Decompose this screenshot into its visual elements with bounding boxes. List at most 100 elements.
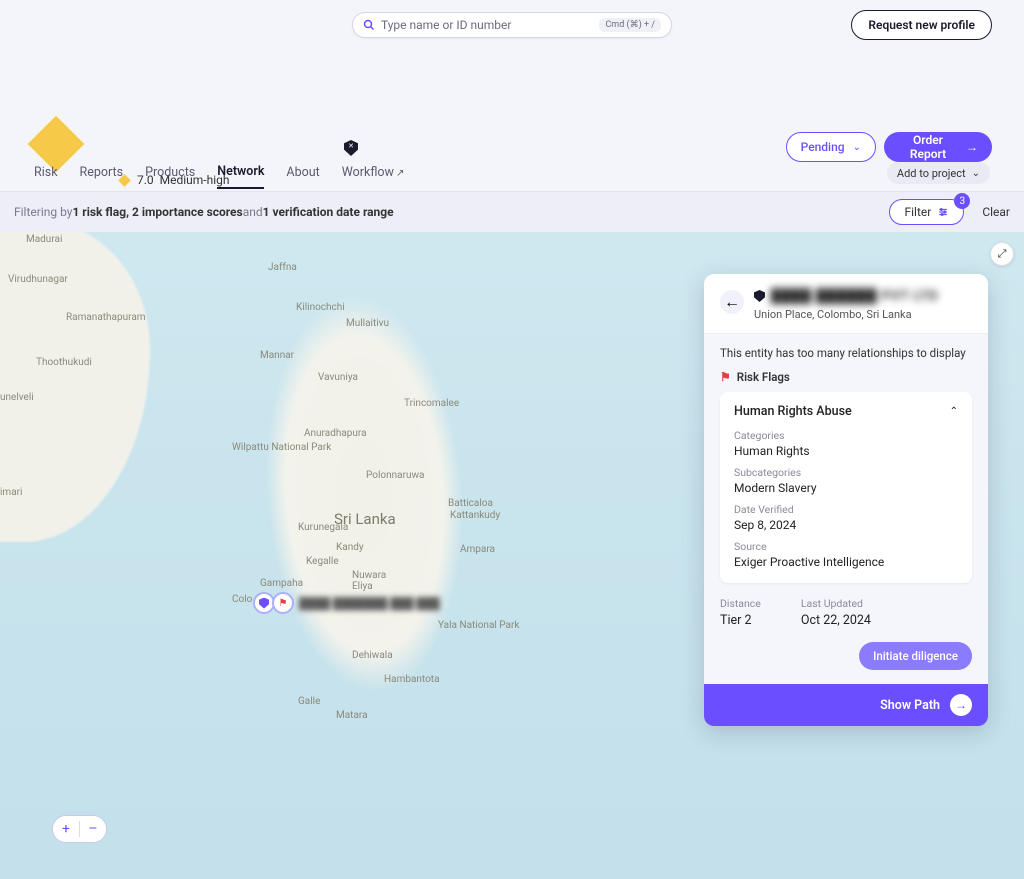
entity-name: ████ ██████ PVT LTD — [771, 288, 938, 304]
search-icon — [363, 19, 375, 31]
map-label: Galle — [298, 696, 320, 707]
expand-icon: ⤢ — [998, 247, 1007, 261]
map-label: Yala National Park — [438, 620, 519, 631]
filter-part1: 1 risk flag, 2 importance scores — [72, 205, 242, 219]
tab-about[interactable]: About — [286, 165, 319, 188]
tab-products[interactable]: Products — [145, 165, 195, 188]
status-pending-label: Pending — [801, 140, 845, 154]
zoom-out-button[interactable]: – — [80, 815, 106, 843]
map-label: Hambantota — [384, 674, 440, 685]
verification-shield-icon — [344, 140, 358, 156]
entity-detail-panel: ← ████ ██████ PVT LTD Union Place, Colom… — [704, 274, 988, 726]
pin-flag-icon: ⚑ — [272, 592, 294, 614]
network-map[interactable]: Sri Lanka Madurai Virudhunagar Ramanatha… — [0, 232, 1024, 879]
sliders-icon — [937, 207, 949, 217]
map-label: Madurai — [26, 234, 62, 245]
map-label: Kegalle — [306, 556, 339, 567]
subcategories-key: Subcategories — [734, 466, 958, 479]
map-entity-pin[interactable]: ⚑ ████ ███████ ███ ███ — [253, 592, 440, 614]
map-label: Gampaha — [260, 578, 303, 589]
initiate-diligence-button[interactable]: Initiate diligence — [859, 642, 972, 670]
filter-button[interactable]: Filter 3 — [889, 199, 964, 225]
distance-key: Distance — [720, 597, 761, 610]
add-to-project-label: Add to project — [897, 167, 966, 180]
risk-flag-card: Human Rights Abuse ⌃ Categories Human Ri… — [720, 392, 972, 583]
add-to-project-button[interactable]: Add to project ⌄ — [887, 162, 990, 184]
tab-reports[interactable]: Reports — [80, 165, 124, 188]
filter-conj: and — [243, 205, 263, 219]
tab-risk[interactable]: Risk — [34, 165, 58, 188]
map-label: Vavuniya — [318, 372, 358, 383]
flag-icon: ⚑ — [720, 370, 731, 384]
last-updated-value: Oct 22, 2024 — [801, 613, 871, 628]
map-label: Nuwara Eliya — [352, 570, 386, 592]
map-label: Kilinochchi — [296, 302, 345, 313]
map-label: Ampara — [460, 544, 495, 555]
arrow-right-circle-icon: → — [950, 694, 972, 716]
request-new-profile-button[interactable]: Request new profile — [851, 10, 992, 40]
show-path-button[interactable]: Show Path → — [704, 684, 988, 726]
map-label: Ramanathapuram — [66, 312, 146, 323]
shield-icon — [754, 290, 765, 302]
categories-value: Human Rights — [734, 444, 958, 458]
filter-label: Filter — [904, 205, 931, 219]
risk-flags-section-text: Risk Flags — [737, 370, 790, 384]
pin-entity-label: ████ ███████ ███ ███ — [299, 597, 440, 610]
filter-prefix: Filtering by — [14, 205, 72, 219]
status-pending-button[interactable]: Pending ⌄ — [786, 132, 876, 162]
tab-workflow-label: Workflow — [342, 165, 394, 180]
chevron-down-icon: ⌄ — [853, 142, 861, 153]
search-input[interactable] — [381, 18, 595, 32]
panel-back-button[interactable]: ← — [720, 290, 744, 314]
filter-bar: Filtering by 1 risk flag, 2 importance s… — [0, 192, 1024, 232]
filter-part2: 1 verification date range — [263, 205, 394, 219]
map-label: imari — [0, 487, 22, 498]
profile-tabs: Risk Reports Products Network About Work… — [0, 162, 1024, 192]
map-label: Polonnaruwa — [366, 470, 424, 481]
map-label: Kurunegala — [298, 522, 348, 533]
last-updated-key: Last Updated — [801, 597, 871, 610]
map-label: Wilpattu National Park — [232, 442, 331, 453]
chevron-down-icon: ⌄ — [972, 168, 980, 179]
show-path-label: Show Path — [880, 698, 940, 713]
map-expand-button[interactable]: ⤢ — [990, 242, 1014, 266]
chevron-up-icon: ⌃ — [950, 406, 958, 417]
map-label: Trincomalee — [404, 398, 459, 409]
global-search[interactable]: Cmd (⌘) + / — [352, 12, 672, 38]
map-label: Colo — [232, 594, 252, 605]
order-report-button[interactable]: Order Report → — [884, 132, 992, 162]
map-label: Kandy — [336, 542, 364, 553]
map-label: Anuradhapura — [304, 428, 367, 439]
map-label: Virudhunagar — [8, 274, 68, 285]
map-label: Kattankudy — [450, 510, 500, 521]
clear-filters-link[interactable]: Clear — [982, 205, 1010, 219]
source-value: Exiger Proactive Intelligence — [734, 555, 958, 569]
external-link-icon: ↗ — [396, 168, 404, 179]
map-label: Dehiwala — [352, 650, 393, 661]
tab-network[interactable]: Network — [217, 164, 264, 189]
map-zoom-control: + – — [52, 815, 107, 843]
risk-flags-section-label: ⚑ Risk Flags — [720, 370, 972, 384]
source-key: Source — [734, 540, 958, 553]
arrow-right-icon: → — [966, 140, 978, 154]
risk-card-toggle[interactable]: Human Rights Abuse ⌃ — [734, 404, 958, 419]
date-verified-key: Date Verified — [734, 503, 958, 516]
tab-workflow[interactable]: Workflow↗ — [342, 165, 405, 188]
map-label: Thoothukudi — [36, 357, 92, 368]
map-label: Batticaloa — [448, 498, 493, 509]
categories-key: Categories — [734, 429, 958, 442]
entity-address: Union Place, Colombo, Sri Lanka — [754, 308, 972, 321]
subcategories-value: Modern Slavery — [734, 481, 958, 495]
date-verified-value: Sep 8, 2024 — [734, 518, 958, 532]
risk-card-title: Human Rights Abuse — [734, 404, 852, 419]
map-label: Matara — [336, 710, 368, 721]
map-label: unelveli — [0, 392, 34, 403]
arrow-left-icon: ← — [724, 292, 740, 312]
map-label: Mullaitivu — [346, 318, 389, 329]
zoom-in-button[interactable]: + — [53, 815, 79, 843]
filter-count-badge: 3 — [954, 193, 970, 209]
distance-value: Tier 2 — [720, 613, 761, 628]
search-shortcut-badge: Cmd (⌘) + / — [599, 18, 661, 32]
order-report-label: Order Report — [898, 133, 958, 161]
map-label: Jaffna — [268, 262, 297, 273]
